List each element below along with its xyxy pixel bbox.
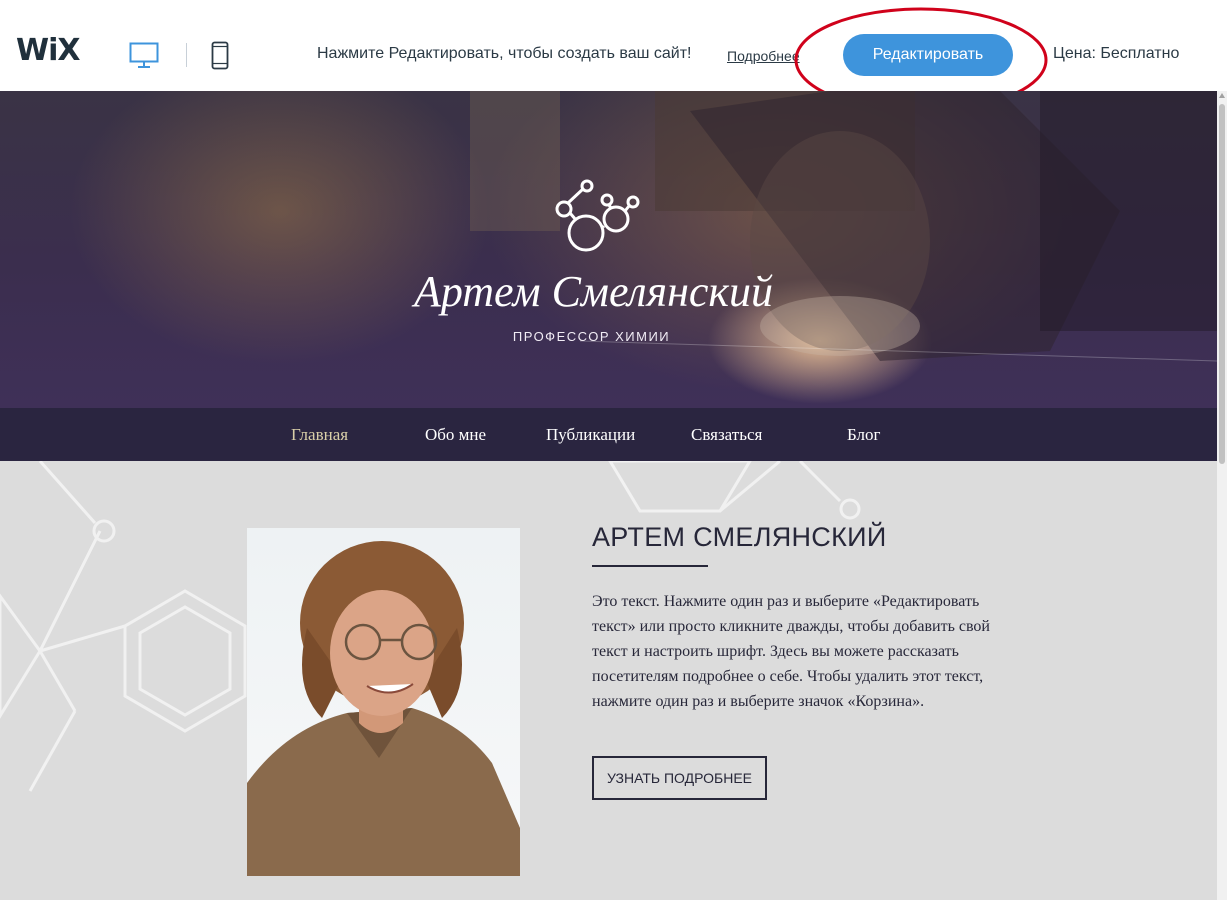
hero-banner: Артем Смелянский ПРОФЕССОР ХИМИИ bbox=[0, 91, 1217, 408]
about-text: Это текст. Нажмите один раз и выберите «… bbox=[592, 593, 990, 710]
device-separator bbox=[186, 43, 187, 67]
mobile-icon[interactable] bbox=[211, 41, 229, 70]
promo-text: Нажмите Редактировать, чтобы создать ваш… bbox=[317, 45, 692, 62]
edit-button[interactable]: Редактировать bbox=[843, 34, 1013, 76]
nav-item-about[interactable]: Обо мне bbox=[425, 425, 486, 445]
about-title: АРТЕМ СМЕЛЯНСКИЙ bbox=[592, 522, 887, 552]
hero-name: Артем Смелянский bbox=[413, 267, 774, 316]
title-underline bbox=[592, 565, 708, 567]
more-info-link[interactable]: Подробнее bbox=[727, 48, 800, 64]
site-nav: Главная Обо мне Публикации Связаться Бло… bbox=[0, 408, 1217, 461]
scrollbar-thumb[interactable] bbox=[1219, 104, 1225, 464]
wix-topbar: WiX Нажмите Редактировать, чтобы создать… bbox=[0, 0, 1227, 113]
hero-subtitle: ПРОФЕССОР ХИМИИ bbox=[512, 329, 671, 344]
scroll-up-arrow-icon[interactable] bbox=[1219, 93, 1225, 98]
molecule-icon bbox=[555, 179, 640, 252]
profile-photo[interactable] bbox=[247, 528, 520, 876]
learn-more-button[interactable]: УЗНАТЬ ПОДРОБНЕЕ bbox=[592, 756, 767, 800]
nav-item-home[interactable]: Главная bbox=[291, 425, 348, 445]
about-section: АРТЕМ СМЕЛЯНСКИЙ Это текст. Нажмите один… bbox=[0, 461, 1217, 900]
nav-item-blog[interactable]: Блог bbox=[847, 425, 881, 445]
nav-item-publications[interactable]: Публикации bbox=[546, 425, 635, 445]
desktop-icon[interactable] bbox=[129, 42, 159, 69]
nav-item-contact[interactable]: Связаться bbox=[691, 425, 762, 445]
wix-logo[interactable]: WiX bbox=[16, 36, 81, 66]
price-label: Цена: Бесплатно bbox=[1053, 45, 1180, 62]
